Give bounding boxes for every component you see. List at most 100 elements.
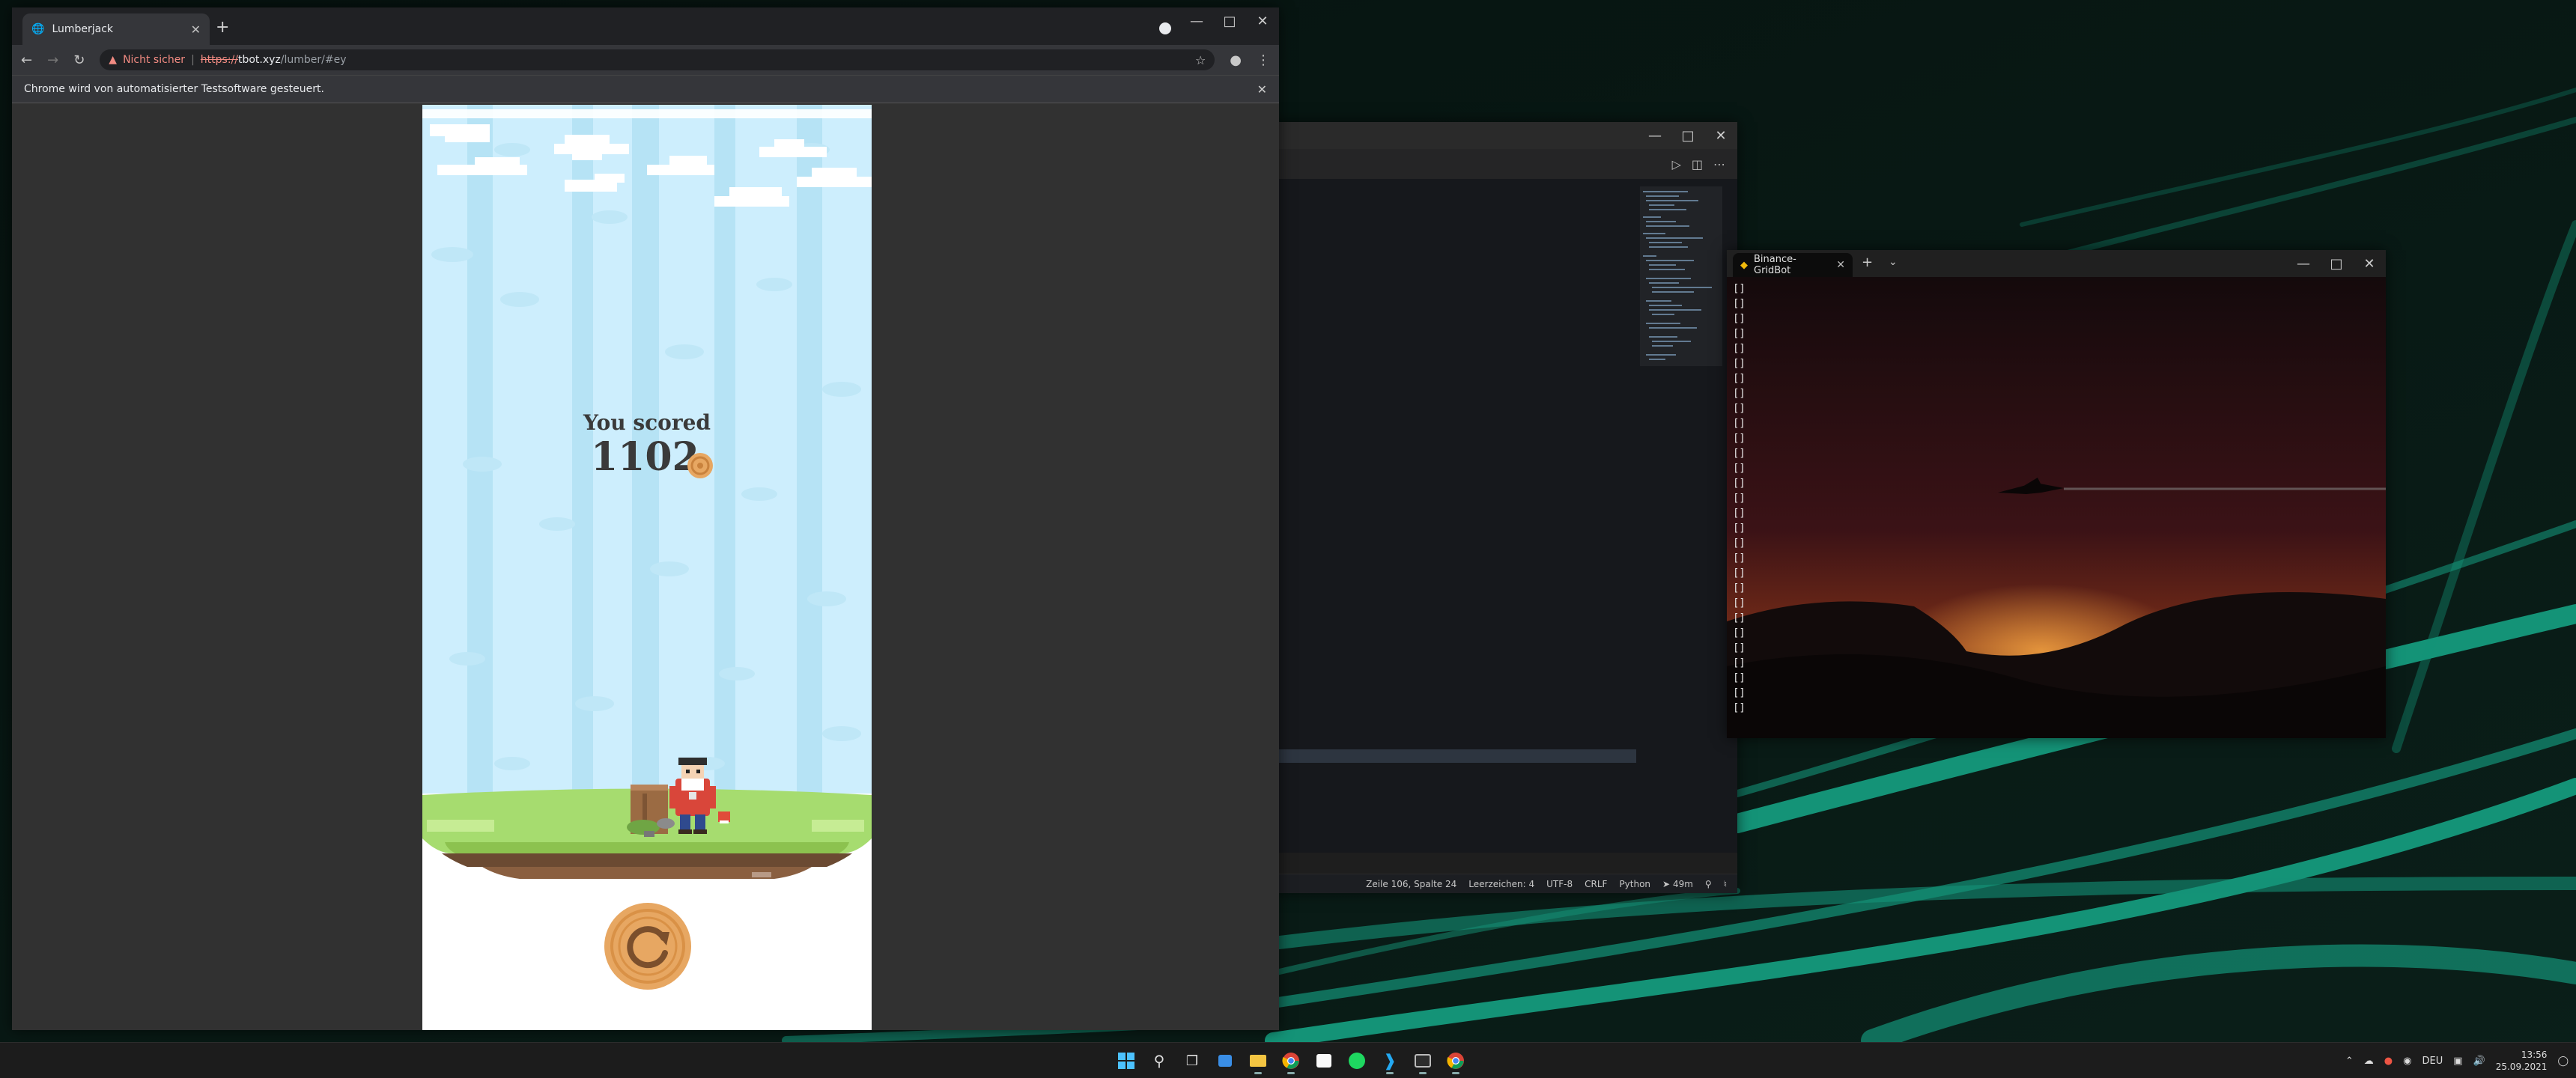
globe-icon: 🌐 [31, 23, 45, 35]
chrome-window[interactable]: 🌐 Lumberjack ✕ + — □ ✕ ← → ↻ ▲ Nicht sic… [12, 7, 1279, 1030]
security-label[interactable]: Nicht sicher [123, 54, 185, 66]
clock-time: 13:56 [2521, 1050, 2548, 1060]
coin-icon [687, 453, 713, 478]
automation-infobar: Chrome wird von automatisierter Testsoft… [12, 75, 1279, 103]
onedrive-cloud-icon[interactable]: ☁ [2364, 1056, 2374, 1067]
status-eol[interactable]: CRLF [1585, 879, 1607, 889]
url-host: tbot.xyz [237, 54, 281, 66]
new-tab-button[interactable]: + [216, 18, 229, 37]
terminal-line: [] [1733, 328, 1746, 340]
chevron-up-icon[interactable]: ⌃ [2345, 1056, 2354, 1067]
notification-center-icon[interactable]: ◯ [2557, 1056, 2569, 1067]
clock-date: 25.09.2021 [2495, 1062, 2548, 1072]
vscode-statusbar: Zeile 106, Spalte 24 Leerzeichen: 4 UTF-… [1273, 874, 1737, 893]
status-language[interactable]: Python [1619, 879, 1650, 889]
more-actions-icon[interactable]: ⋯ [1713, 157, 1725, 171]
profile-avatar-icon[interactable]: ● [1230, 52, 1242, 68]
terminal-new-tab-button[interactable]: + [1862, 255, 1873, 270]
terminal-icon [1415, 1054, 1431, 1068]
taskbar: ⚲ ❐ ❱ ⌃ ☁ ● ◉ DEU ▣ 🔊 13:56 25.09.2021 ◯ [0, 1042, 2576, 1078]
terminal-window[interactable]: ◆ Binance-GridBot ✕ + ⌄ — □ ✕ [] [] [] [… [1727, 250, 2386, 738]
terminal-line: [] [1733, 597, 1746, 609]
task-view-icon: ❐ [1185, 1053, 1199, 1069]
taskbar-search-button[interactable]: ⚲ [1144, 1046, 1174, 1076]
clock[interactable]: 13:56 25.09.2021 [2496, 1049, 2548, 1073]
terminal-line: [] [1733, 612, 1746, 624]
status-time-value: 49m [1672, 878, 1693, 889]
url-text[interactable]: https://tbot.xyz/lumber/#ey [201, 54, 347, 66]
steam-icon[interactable]: ◉ [2403, 1056, 2411, 1067]
status-indentation[interactable]: Leerzeichen: 4 [1468, 879, 1534, 889]
vscode-window[interactable]: — □ ✕ ▷ ◫ ⋯ Zeile 106, Spalte 24 Leerzei… [1273, 122, 1737, 893]
terminal-line: [] [1733, 418, 1746, 430]
taskbar-store[interactable] [1309, 1046, 1339, 1076]
terminal-output[interactable]: [] [] [] [] [] [] [] [] [] [] [] [] [] [] [] [] [] [] [] []… [1733, 281, 1746, 716]
network-icon[interactable]: ▣ [2453, 1056, 2462, 1067]
terminal-line: [] [1733, 373, 1746, 385]
status-encoding[interactable]: UTF-8 [1546, 879, 1573, 889]
volume-icon[interactable]: 🔊 [2473, 1056, 2485, 1067]
terminal-line: [] [1733, 298, 1746, 310]
taskbar-spotify[interactable] [1342, 1046, 1372, 1076]
terminal-close-button[interactable]: ✕ [2353, 250, 2386, 277]
search-icon: ⚲ [1153, 1052, 1165, 1070]
omnibox-separator: | [191, 54, 195, 66]
taskbar-widgets-button[interactable] [1210, 1046, 1240, 1076]
language-indicator[interactable]: DEU [2422, 1056, 2443, 1067]
lumberjack-game-canvas[interactable]: You scored 1102 [422, 105, 872, 1030]
terminal-line: [] [1733, 687, 1746, 699]
notifications-bell-icon[interactable]: ♮ [1724, 879, 1727, 889]
address-bar[interactable]: ▲ Nicht sicher | https://tbot.xyz/lumber… [100, 49, 1215, 70]
feedback-icon[interactable]: ⚲ [1705, 879, 1712, 889]
terminal-dropdown-icon[interactable]: ⌄ [1889, 256, 1898, 268]
split-editor-icon[interactable]: ◫ [1692, 157, 1703, 171]
warning-icon[interactable]: ▲ [109, 54, 117, 66]
bookmark-star-icon[interactable]: ☆ [1195, 53, 1206, 67]
chrome-menu-icon[interactable]: ⋮ [1257, 52, 1270, 68]
taskbar-terminal[interactable] [1408, 1046, 1438, 1076]
terminal-tab[interactable]: ◆ Binance-GridBot ✕ [1733, 253, 1853, 277]
terminal-line: [] [1733, 657, 1746, 669]
terminal-tab-close-icon[interactable]: ✕ [1836, 259, 1845, 271]
status-session-time[interactable]: ➤ 49m [1662, 879, 1693, 889]
tab-close-icon[interactable]: ✕ [191, 22, 201, 37]
terminal-line: [] [1733, 702, 1746, 714]
run-icon[interactable]: ▷ [1672, 157, 1681, 171]
chrome-minimize-button[interactable]: — [1180, 7, 1213, 34]
terminal-line: [] [1733, 388, 1746, 400]
tray-app-icon[interactable]: ● [2384, 1056, 2393, 1067]
status-cursor-position[interactable]: Zeile 106, Spalte 24 [1366, 879, 1456, 889]
taskbar-chrome[interactable] [1276, 1046, 1306, 1076]
vscode-titlebar[interactable]: — □ ✕ [1273, 122, 1737, 149]
taskbar-chrome-automation[interactable] [1441, 1046, 1471, 1076]
tab-lumberjack[interactable]: 🌐 Lumberjack ✕ [22, 13, 210, 45]
terminal-line: [] [1733, 582, 1746, 594]
terminal-line: [] [1733, 403, 1746, 415]
taskbar-taskview-button[interactable]: ❐ [1177, 1046, 1207, 1076]
back-arrow-icon[interactable]: ← [21, 52, 32, 68]
chrome-icon [1282, 1053, 1299, 1069]
forward-arrow-icon[interactable]: → [47, 52, 58, 68]
terminal-maximize-button[interactable]: □ [2320, 250, 2353, 277]
chrome-close-button[interactable]: ✕ [1246, 7, 1279, 34]
vscode-minimize-button[interactable]: — [1638, 122, 1671, 149]
vscode-maximize-button[interactable]: □ [1671, 122, 1704, 149]
current-line-highlight [1273, 749, 1636, 763]
vscode-close-button[interactable]: ✕ [1704, 122, 1737, 149]
chrome-maximize-button[interactable]: □ [1213, 7, 1246, 34]
tab-title: Lumberjack [52, 23, 114, 35]
tab-search-icon[interactable] [1159, 22, 1171, 34]
terminal-line: [] [1733, 283, 1746, 295]
start-button[interactable] [1111, 1046, 1141, 1076]
reload-icon[interactable]: ↻ [73, 52, 85, 68]
minimap[interactable] [1640, 186, 1722, 471]
vscode-icon: ❱ [1382, 1051, 1397, 1071]
restart-button[interactable] [604, 902, 692, 990]
terminal-minimize-button[interactable]: — [2287, 250, 2320, 277]
score-label: You scored [583, 410, 711, 435]
infobar-close-icon[interactable]: ✕ [1257, 82, 1267, 97]
taskbar-file-explorer[interactable] [1243, 1046, 1273, 1076]
terminal-tabbar: ◆ Binance-GridBot ✕ + ⌄ — □ ✕ [1727, 250, 2386, 277]
taskbar-vscode[interactable]: ❱ [1375, 1046, 1405, 1076]
chrome-tabstrip: 🌐 Lumberjack ✕ + — □ ✕ [12, 7, 1279, 45]
